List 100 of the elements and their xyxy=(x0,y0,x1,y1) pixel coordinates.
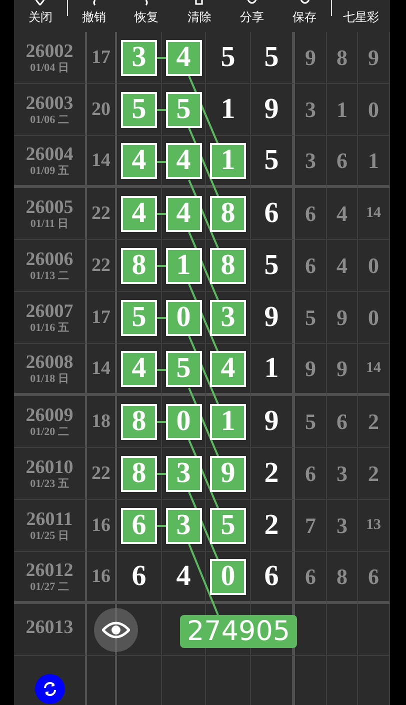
digit: 2 xyxy=(368,460,379,486)
digit: 6 xyxy=(305,252,316,278)
issue-number: 26013 xyxy=(26,618,74,637)
highlighted-digit: 5 xyxy=(166,350,202,386)
digit: 0 xyxy=(368,252,379,278)
sum-value: 22 xyxy=(92,254,110,276)
draw-date: 01/13 二 xyxy=(30,270,69,282)
highlighted-digit: 5 xyxy=(121,92,157,128)
digit: 14 xyxy=(366,360,381,377)
digit: 9 xyxy=(336,304,348,330)
highlighted-digit: 1 xyxy=(166,248,202,284)
draw-date: 01/11 日 xyxy=(30,218,69,230)
digit: 6 xyxy=(132,560,146,593)
highlighted-digit: 4 xyxy=(166,142,202,178)
lottery-title: 七星彩 xyxy=(343,9,379,26)
connector-line xyxy=(157,525,166,527)
digit: 14 xyxy=(366,205,381,222)
highlighted-digit: 4 xyxy=(166,196,202,232)
highlighted-digit: 1 xyxy=(210,142,246,178)
issue-number: 26010 xyxy=(26,458,74,476)
connector-line xyxy=(157,109,166,111)
draw-date: 01/20 二 xyxy=(30,426,69,438)
digit: 1 xyxy=(368,148,379,174)
digit: 5 xyxy=(264,144,279,177)
highlighted-digit: 0 xyxy=(166,300,202,336)
save-button[interactable]: 保存 xyxy=(278,0,332,32)
digit: 6 xyxy=(305,460,316,486)
digit: 6 xyxy=(305,200,316,226)
connector-line xyxy=(157,265,166,267)
digit: 5 xyxy=(264,41,279,74)
connector-line xyxy=(157,213,166,215)
digit: 9 xyxy=(305,44,316,70)
highlighted-digit: 8 xyxy=(121,248,157,284)
issue-number: 26008 xyxy=(26,352,74,372)
connector-line xyxy=(157,369,166,371)
digit: 4 xyxy=(336,252,348,278)
visibility-button[interactable] xyxy=(94,608,138,652)
refresh-icon xyxy=(42,681,58,697)
digit: 5 xyxy=(305,304,316,330)
digit: 1 xyxy=(220,93,236,126)
highlighted-digit: 9 xyxy=(210,456,246,492)
issue-number: 26009 xyxy=(26,406,74,424)
draw-date: 01/09 五 xyxy=(30,166,69,176)
digit: 3 xyxy=(336,460,348,486)
connector-line xyxy=(157,317,166,319)
eye-icon xyxy=(102,621,130,639)
digit: 5 xyxy=(264,249,279,282)
redo-button[interactable]: 恢复 xyxy=(120,0,174,32)
highlighted-digit: 3 xyxy=(166,508,202,544)
digit: 9 xyxy=(368,44,379,70)
issue-number: 26003 xyxy=(26,94,74,112)
highlighted-digit: 8 xyxy=(121,404,157,440)
digit: 1 xyxy=(264,352,279,385)
undo-button[interactable]: 撤销 xyxy=(68,0,120,32)
highlighted-digit: 3 xyxy=(121,40,157,76)
issue-number: 26002 xyxy=(26,42,74,60)
digit: 6 xyxy=(264,197,279,230)
digit: 2 xyxy=(368,408,379,434)
digit: 13 xyxy=(366,517,381,534)
highlighted-digit: 4 xyxy=(121,142,157,178)
sum-value: 17 xyxy=(92,306,110,328)
issue-number: 26007 xyxy=(26,302,74,320)
draw-date: 01/06 二 xyxy=(30,114,69,126)
issue-number: 26012 xyxy=(26,560,74,580)
refresh-button[interactable] xyxy=(35,674,65,704)
sum-value: 22 xyxy=(92,462,110,484)
sum-value: 14 xyxy=(92,150,110,172)
draw-date: 01/27 二 xyxy=(30,582,69,592)
sum-value: 18 xyxy=(92,410,110,432)
highlighted-digit: 3 xyxy=(210,300,246,336)
digit: 4 xyxy=(176,560,191,593)
connector-line xyxy=(157,57,166,59)
highlighted-digit: 1 xyxy=(210,404,246,440)
issue-number: 26006 xyxy=(26,250,74,268)
digit: 4 xyxy=(336,200,348,226)
digit: 3 xyxy=(305,96,316,122)
sum-value: 16 xyxy=(92,514,110,536)
prediction-badge: 274905 xyxy=(180,615,298,648)
digit: 9 xyxy=(264,405,279,438)
sum-value: 14 xyxy=(92,358,110,380)
digit: 2 xyxy=(264,509,279,542)
sum-value: 22 xyxy=(92,202,110,224)
digit: 7 xyxy=(305,512,316,538)
digit: 8 xyxy=(336,564,348,590)
highlighted-digit: 8 xyxy=(210,248,246,284)
digit: 3 xyxy=(336,512,348,538)
digit: 9 xyxy=(264,301,279,334)
digit: 9 xyxy=(305,356,316,382)
close-button[interactable]: 关闭 xyxy=(14,0,67,32)
highlighted-digit: 5 xyxy=(210,508,246,544)
draw-date: 01/25 日 xyxy=(30,530,69,542)
draw-date: 01/04 日 xyxy=(30,62,69,74)
sum-value: 16 xyxy=(92,566,110,588)
highlighted-digit: 4 xyxy=(121,196,157,232)
draw-date: 01/23 五 xyxy=(30,478,69,490)
issue-number: 26004 xyxy=(26,144,74,164)
sum-value: 20 xyxy=(92,98,110,120)
clear-button[interactable]: 清除 xyxy=(173,0,226,32)
share-button[interactable]: 分享 xyxy=(226,0,278,32)
draw-date: 01/18 日 xyxy=(30,374,69,384)
